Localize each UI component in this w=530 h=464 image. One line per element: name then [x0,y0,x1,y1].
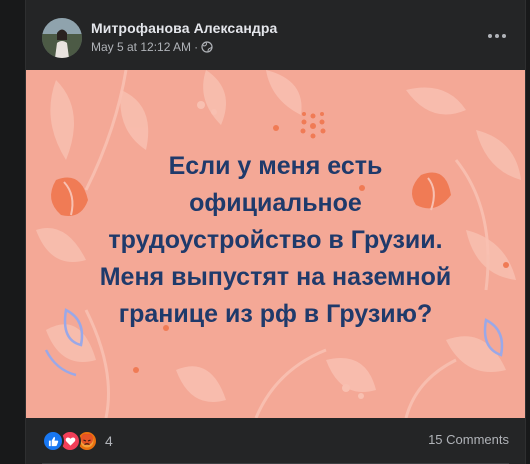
meta-separator: · [194,40,199,54]
reactions-summary[interactable]: 4 [42,430,113,452]
post-header: Митрофанова Александра May 5 at 12:12 AM… [26,0,525,70]
post-image[interactable]: Если у меня есть официальное трудоустрой… [26,70,525,418]
reaction-count[interactable]: 4 [105,433,113,449]
post-meta: May 5 at 12:12 AM · [91,40,213,54]
post-card: Митрофанова Александра May 5 at 12:12 AM… [25,0,526,464]
like-icon [42,430,64,452]
author-avatar[interactable] [42,18,82,58]
more-options-icon[interactable] [481,24,513,48]
post-image-text: Если у меня есть официальное трудоустрой… [99,152,452,328]
post-footer: 4 15 Comments [26,418,525,464]
comments-count[interactable]: 15 Comments [428,432,509,447]
globe-icon [201,41,213,53]
post-date[interactable]: May 5 at 12:12 AM [91,40,191,54]
author-name[interactable]: Митрофанова Александра [91,20,277,36]
